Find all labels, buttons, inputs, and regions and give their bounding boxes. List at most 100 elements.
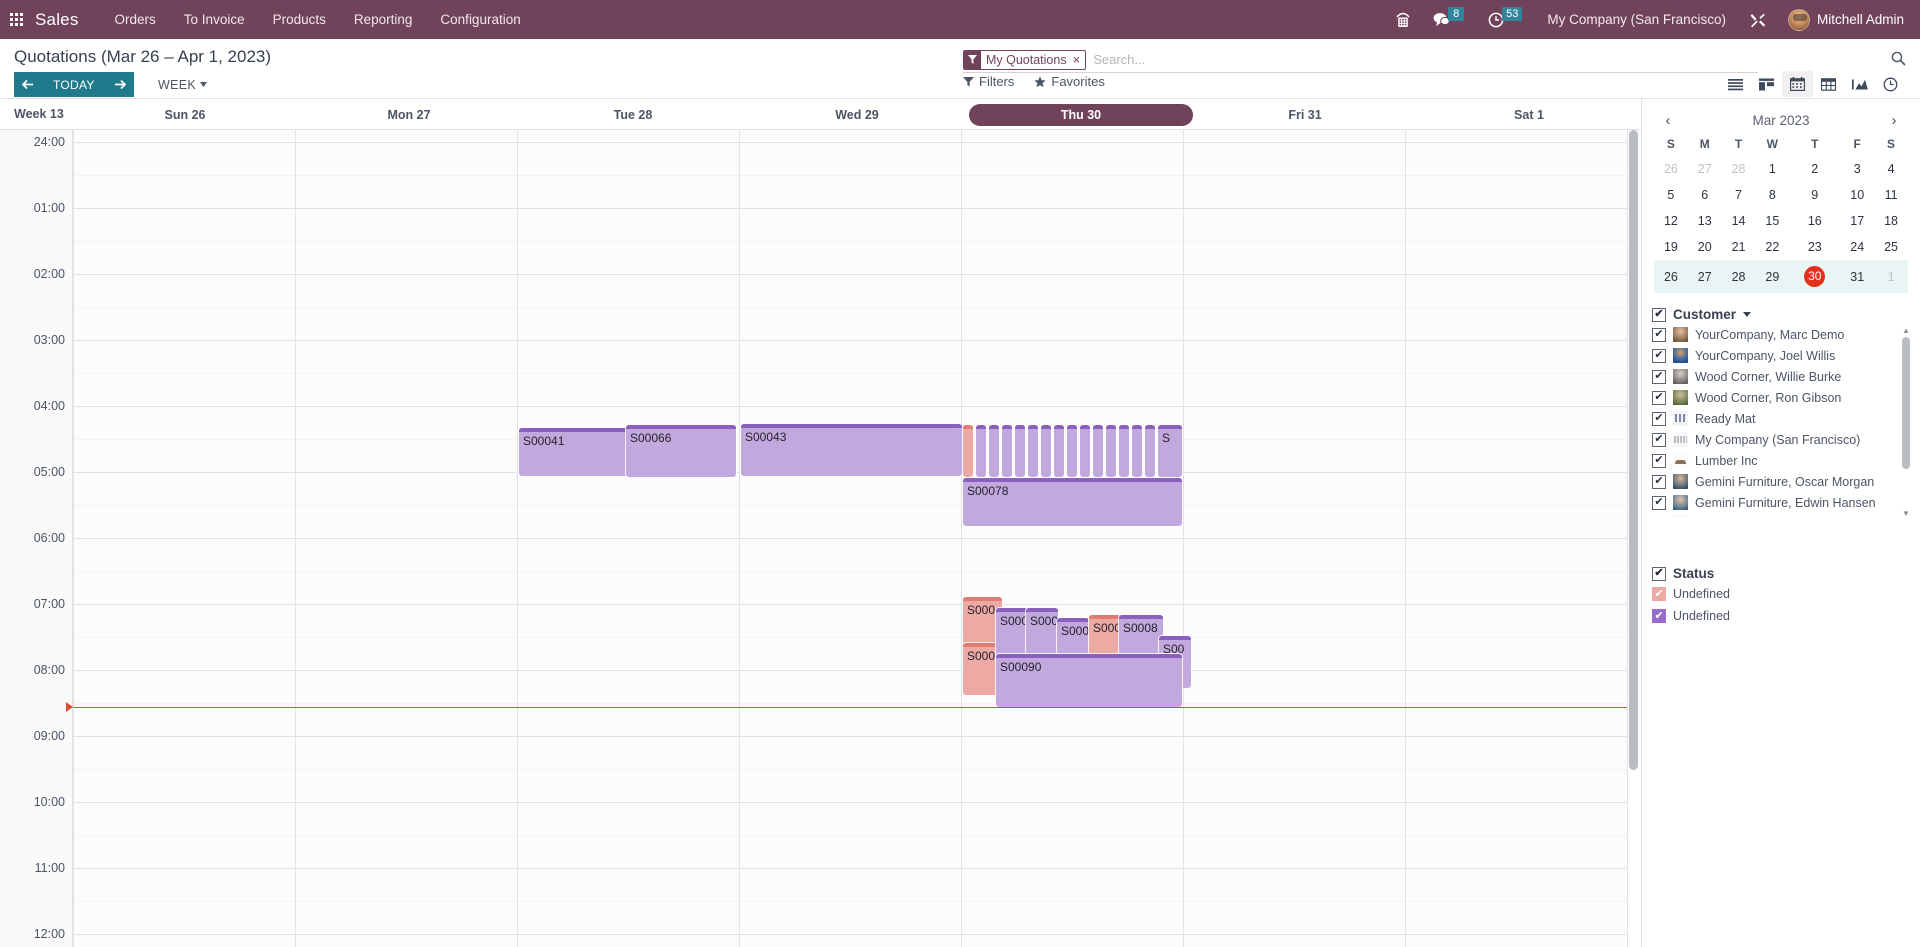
filter-item-customer[interactable]: ✔ YourCompany, Joel Willis <box>1652 345 1912 366</box>
current-company-label[interactable]: My Company (San Francisco) <box>1535 12 1738 27</box>
calendar-event[interactable] <box>1041 425 1051 477</box>
tools-debug-icon[interactable] <box>1738 0 1778 39</box>
filter-checkbox[interactable]: ✔ <box>1652 390 1666 405</box>
filter-item-customer[interactable]: ✔ Lumber Inc <box>1652 450 1912 471</box>
mini-calendar-day[interactable]: 14 <box>1722 208 1756 234</box>
calendar-event[interactable] <box>1106 425 1116 477</box>
calendar-event[interactable] <box>1054 425 1064 477</box>
mini-calendar-day[interactable]: 2 <box>1789 156 1840 182</box>
filter-item-status[interactable]: ✔ Undefined <box>1652 605 1912 627</box>
day-header-wed-29[interactable]: Wed 29 <box>745 99 969 130</box>
search-input[interactable] <box>1086 48 1758 71</box>
calendar-event[interactable]: S00041 <box>519 428 629 476</box>
calendar-event[interactable] <box>1119 425 1129 477</box>
scrollbar-thumb[interactable] <box>1629 130 1638 770</box>
customer-list-scrollbar[interactable]: ▲ ▼ <box>1902 326 1910 518</box>
chevron-left-icon[interactable]: ‹ <box>1658 113 1678 128</box>
messages-icon[interactable]: 8 <box>1422 0 1477 39</box>
day-lanes[interactable]: S00041 S00066 S00043 S S00078 S000 S0008… <box>73 130 1628 947</box>
mini-calendar-day[interactable]: 16 <box>1789 208 1840 234</box>
mini-calendar-day[interactable]: 29 <box>1755 260 1790 293</box>
mini-calendar-day[interactable]: 27 <box>1687 260 1722 293</box>
mini-calendar-day[interactable]: 23 <box>1789 234 1840 260</box>
nav-menu-to-invoice[interactable]: To Invoice <box>170 0 259 39</box>
filter-checkbox[interactable]: ✔ <box>1652 453 1666 468</box>
calendar-view-icon[interactable] <box>1782 71 1813 97</box>
calendar-event[interactable] <box>976 425 986 477</box>
mini-calendar-day[interactable]: 20 <box>1688 234 1722 260</box>
mini-calendar-day[interactable]: 10 <box>1840 182 1874 208</box>
calendar-event[interactable] <box>1002 425 1012 477</box>
scroll-up-arrow-icon[interactable]: ▲ <box>1902 326 1910 335</box>
mini-calendar-day[interactable]: 27 <box>1688 156 1722 182</box>
filter-item-status[interactable]: ✔ Undefined <box>1652 583 1912 605</box>
filter-checkbox[interactable]: ✔ <box>1652 516 1666 520</box>
calendar-event[interactable]: S00043 <box>741 424 962 476</box>
filter-checkbox[interactable]: ✔ <box>1652 432 1666 447</box>
mini-calendar-day[interactable]: 15 <box>1755 208 1789 234</box>
calendar-event[interactable] <box>1080 425 1090 477</box>
customer-select-all-checkbox[interactable]: ✔ <box>1652 307 1666 322</box>
mini-calendar-day[interactable]: 24 <box>1840 234 1874 260</box>
mini-calendar-day[interactable]: 1 <box>1874 260 1908 293</box>
mini-calendar-day[interactable]: 28 <box>1722 156 1756 182</box>
filter-section-status-header[interactable]: ✔ Status <box>1652 566 1912 581</box>
calendar-event[interactable]: S00066 <box>626 425 736 477</box>
graph-view-icon[interactable] <box>1844 71 1875 97</box>
app-brand-sales[interactable]: Sales <box>35 10 79 30</box>
chevron-right-icon[interactable]: › <box>1884 113 1904 128</box>
calendar-vertical-scrollbar[interactable] <box>1629 130 1638 947</box>
mini-calendar-day[interactable]: 9 <box>1789 182 1840 208</box>
filter-item-customer[interactable]: ✔ Gemini Furniture <box>1652 513 1912 520</box>
filter-item-customer[interactable]: ✔ Wood Corner, Ron Gibson <box>1652 387 1912 408</box>
calendar-event[interactable]: S000 <box>1026 608 1058 660</box>
user-menu[interactable]: Mitchell Admin <box>1778 8 1910 31</box>
apps-grid-icon[interactable] <box>10 13 23 26</box>
day-header-tue-28[interactable]: Tue 28 <box>521 99 745 130</box>
filter-item-customer[interactable]: ✔ My Company (San Francisco) <box>1652 429 1912 450</box>
calendar-event[interactable] <box>1067 425 1077 477</box>
filter-item-customer[interactable]: ✔ Gemini Furniture, Edwin Hansen <box>1652 492 1912 513</box>
calendar-event[interactable] <box>1145 425 1155 477</box>
status-select-all-checkbox[interactable]: ✔ <box>1652 566 1666 581</box>
mini-calendar-day[interactable]: 13 <box>1688 208 1722 234</box>
nav-menu-reporting[interactable]: Reporting <box>340 0 427 39</box>
calendar-event[interactable] <box>1028 425 1038 477</box>
nav-menu-configuration[interactable]: Configuration <box>426 0 534 39</box>
filter-checkbox[interactable]: ✔ <box>1652 411 1666 426</box>
customer-filter-list[interactable]: ✔ YourCompany, Marc Demo ✔ YourCompany, … <box>1652 324 1912 520</box>
prev-period-button[interactable] <box>14 72 41 97</box>
pivot-view-icon[interactable] <box>1813 71 1844 97</box>
clock-activities-icon[interactable]: 53 <box>1477 0 1535 39</box>
mini-calendar-day[interactable]: 5 <box>1654 182 1688 208</box>
filter-checkbox[interactable]: ✔ <box>1652 369 1666 384</box>
day-header-sun-26[interactable]: Sun 26 <box>73 99 297 130</box>
day-header-mon-27[interactable]: Mon 27 <box>297 99 521 130</box>
mini-calendar-day[interactable]: 12 <box>1654 208 1688 234</box>
filter-checkbox[interactable]: ✔ <box>1652 474 1666 489</box>
scroll-down-arrow-icon[interactable]: ▼ <box>1902 509 1910 518</box>
status-color-checkbox[interactable]: ✔ <box>1652 609 1666 623</box>
phone-dialpad-icon[interactable] <box>1384 0 1422 39</box>
caret-down-icon[interactable] <box>1743 312 1752 317</box>
search-facet-my-quotations[interactable]: My Quotations × <box>963 49 1087 70</box>
nav-menu-products[interactable]: Products <box>259 0 340 39</box>
favorites-dropdown[interactable]: Favorites <box>1034 74 1105 89</box>
mini-calendar-day[interactable]: 25 <box>1874 234 1908 260</box>
mini-calendar-day-today[interactable]: 30 <box>1789 260 1841 293</box>
close-x-icon[interactable]: × <box>1072 51 1086 69</box>
scrollbar-thumb[interactable] <box>1902 337 1910 469</box>
calendar-event[interactable]: S00090 <box>996 654 1182 707</box>
filter-checkbox[interactable]: ✔ <box>1652 348 1666 363</box>
next-period-button[interactable] <box>106 72 134 97</box>
filter-item-customer[interactable]: ✔ YourCompany, Marc Demo <box>1652 324 1912 345</box>
calendar-event[interactable]: S <box>1158 425 1182 477</box>
mini-calendar-day[interactable]: 17 <box>1840 208 1874 234</box>
filter-item-customer[interactable]: ✔ Gemini Furniture, Oscar Morgan <box>1652 471 1912 492</box>
filters-dropdown[interactable]: Filters <box>963 74 1014 89</box>
day-header-sat-1[interactable]: Sat 1 <box>1417 99 1641 130</box>
mini-calendar-day[interactable]: 6 <box>1688 182 1722 208</box>
mini-calendar-day[interactable]: 21 <box>1722 234 1756 260</box>
mini-calendar-day[interactable]: 11 <box>1874 182 1908 208</box>
mini-calendar-day[interactable]: 4 <box>1874 156 1908 182</box>
